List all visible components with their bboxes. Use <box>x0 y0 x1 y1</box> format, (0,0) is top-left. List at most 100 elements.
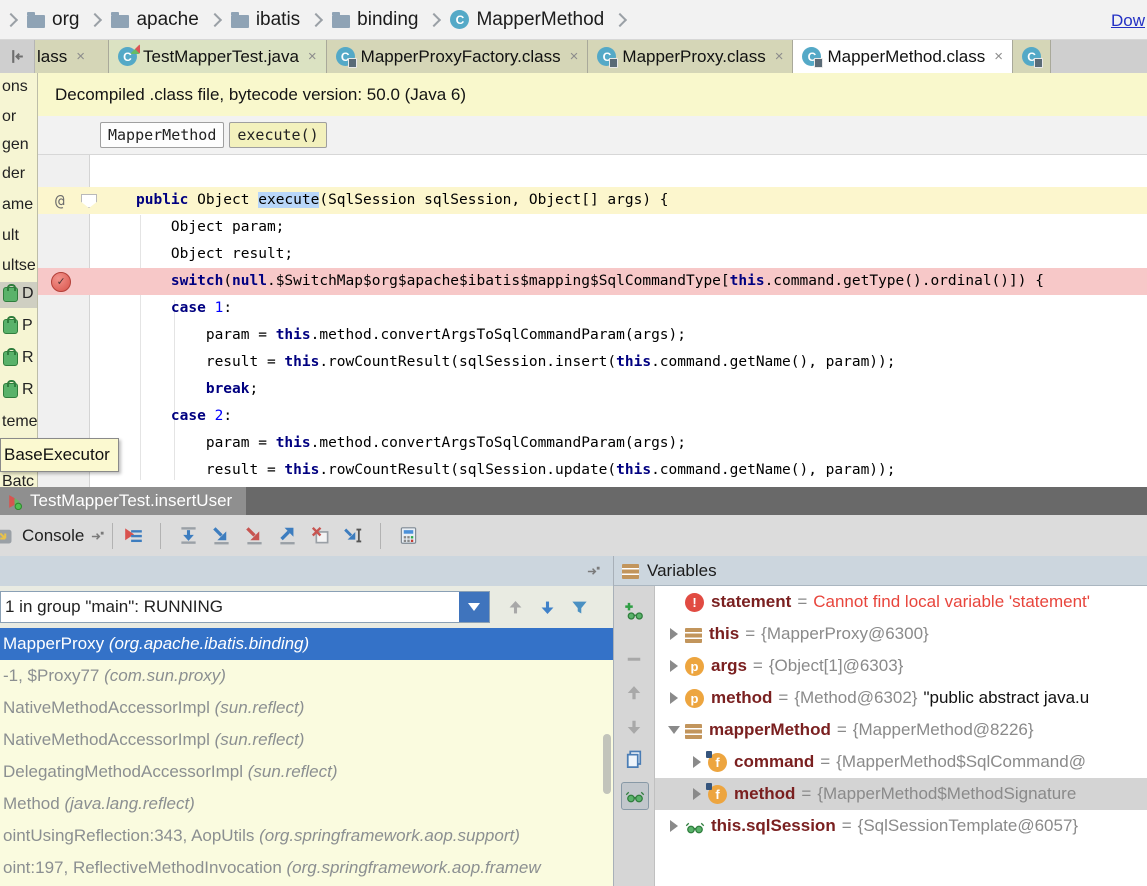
code-editor[interactable]: @ public Object execute(SqlSession sqlSes… <box>0 155 1147 487</box>
panel-arrow-icon[interactable] <box>586 563 601 583</box>
cutoff-item[interactable]: der <box>2 165 25 183</box>
expander-icon[interactable] <box>686 788 708 800</box>
cutoff-item[interactable]: gen <box>2 136 29 154</box>
thread-selector[interactable]: 1 in group "main": RUNNING <box>0 591 490 623</box>
console-pin-icon[interactable] <box>90 528 105 543</box>
breadcrumb-item-binding[interactable]: binding <box>332 9 418 31</box>
variable-row-this[interactable]: this = {MapperProxy@6300} <box>655 618 1147 650</box>
close-tab-icon[interactable]: × <box>570 48 579 65</box>
code-line[interactable]: Object result; <box>37 241 1147 268</box>
frame-row[interactable]: oint:197, ReflectiveMethodInvocation (or… <box>0 852 613 884</box>
move-up-icon[interactable] <box>621 680 647 706</box>
frame-method: MapperProxy <box>3 634 109 653</box>
expander-icon[interactable] <box>686 756 708 768</box>
cutoff-item[interactable]: P <box>22 317 33 335</box>
code-line[interactable]: break; <box>37 376 1147 403</box>
cutoff-item[interactable]: ult <box>2 227 19 245</box>
close-tab-icon[interactable]: × <box>76 48 85 65</box>
cutoff-item[interactable]: D <box>22 285 34 303</box>
tab-MapperMethod.class[interactable]: C MapperMethod.class × <box>793 40 1014 73</box>
force-step-into-icon[interactable] <box>241 523 267 549</box>
cutoff-item[interactable]: ame <box>2 196 33 214</box>
variable-row-method[interactable]: p method = {Method@6302} "public abstract ja… <box>655 682 1147 714</box>
code-line[interactable]: param = this.method.convertArgsToSqlComm… <box>37 322 1147 349</box>
breadcrumb-chip-MapperMethod[interactable]: MapperMethod <box>100 122 225 148</box>
expander-icon[interactable] <box>663 820 685 832</box>
variable-row-args[interactable]: p args = {Object[1]@6303} <box>655 650 1147 682</box>
frame-row[interactable]: -1, $Proxy77 (com.sun.proxy) <box>0 660 613 692</box>
frame-row[interactable]: DelegatingMethodAccessorImpl (sun.reflec… <box>0 756 613 788</box>
frame-up-icon[interactable] <box>502 594 528 620</box>
move-down-icon[interactable] <box>621 714 647 740</box>
tab-TestMapperTest.java[interactable]: C TestMapperTest.java × <box>109 40 327 73</box>
frames-scrollbar[interactable] <box>603 734 611 794</box>
step-into-icon[interactable] <box>208 523 234 549</box>
fold-marker-icon[interactable] <box>81 194 97 208</box>
debug-session-tab[interactable]: TestMapperTest.insertUser <box>0 487 247 515</box>
close-tab-icon[interactable]: × <box>308 48 317 65</box>
frame-package: (sun.reflect) <box>214 730 305 749</box>
run-to-cursor-icon[interactable] <box>340 523 366 549</box>
remove-watch-icon[interactable] <box>621 646 647 672</box>
cutoff-item[interactable]: teme <box>2 413 37 431</box>
frame-down-icon[interactable] <box>534 594 560 620</box>
expander-icon[interactable] <box>663 692 685 704</box>
step-over-icon[interactable] <box>175 523 201 549</box>
variable-row-command[interactable]: f command = {MapperMethod$SqlCommand@ <box>655 746 1147 778</box>
tab-partial[interactable]: C <box>1013 40 1052 73</box>
thread-dropdown-button[interactable] <box>459 592 489 622</box>
cutoff-item[interactable]: R <box>22 349 34 367</box>
download-sources-link[interactable]: Dow <box>1111 11 1145 31</box>
breadcrumb-chip-execute()[interactable]: execute() <box>229 122 327 148</box>
console-tab-label[interactable]: Console <box>22 526 84 546</box>
expander-icon[interactable] <box>663 660 685 672</box>
thread-selector-value: 1 in group "main": RUNNING <box>5 597 224 616</box>
breakpoint-icon[interactable]: ✓ <box>51 272 71 292</box>
frame-row[interactable]: MapperProxy (org.apache.ibatis.binding) <box>0 628 613 660</box>
variable-row-mapperMethod[interactable]: mapperMethod = {MapperMethod@8226} <box>655 714 1147 746</box>
variable-row-statement[interactable]: ! statement = Cannot find local variable 's… <box>655 586 1147 618</box>
show-execution-point-icon[interactable] <box>120 523 146 549</box>
cutoff-item[interactable]: ultse <box>2 257 36 275</box>
expander-icon[interactable] <box>663 726 685 734</box>
variable-name: statement <box>711 592 792 611</box>
code-line[interactable]: result = this.rowCountResult(sqlSession.… <box>37 349 1147 376</box>
code-line[interactable]: ✓ switch(null.$SwitchMap$org$apache$ibat… <box>37 268 1147 295</box>
variable-name: method <box>734 784 796 803</box>
tab-MapperProxy.class[interactable]: C MapperProxy.class × <box>588 40 794 73</box>
annotation-icon[interactable]: @ <box>55 187 65 214</box>
variable-row-this.sqlSession[interactable]: this.sqlSession = {SqlSessionTemplate@6057… <box>655 810 1147 842</box>
duplicate-icon[interactable] <box>621 746 647 772</box>
tab-MapperProxyFactory.class[interactable]: C MapperProxyFactory.class × <box>326 40 589 73</box>
filter-frames-icon[interactable] <box>566 594 592 620</box>
step-out-icon[interactable] <box>274 523 300 549</box>
code-line[interactable]: param = this.method.convertArgsToSqlComm… <box>37 430 1147 457</box>
code-line[interactable]: case 1: <box>37 295 1147 322</box>
code-line[interactable]: Object param; <box>37 214 1147 241</box>
drop-frame-icon[interactable] <box>307 523 333 549</box>
cutoff-item[interactable]: Batc <box>2 473 34 487</box>
frame-row[interactable]: Method (java.lang.reflect) <box>0 788 613 820</box>
evaluate-expression-icon[interactable] <box>395 523 421 549</box>
show-watches-icon[interactable] <box>621 782 649 810</box>
frame-row[interactable]: ointUsingReflection:343, AopUtils (org.s… <box>0 820 613 852</box>
breadcrumb-item-ibatis[interactable]: ibatis <box>230 9 300 31</box>
tab-lass[interactable]: lass × <box>35 40 109 73</box>
cutoff-item[interactable]: ons <box>2 78 28 96</box>
breadcrumb-item-apache[interactable]: apache <box>111 9 199 31</box>
cutoff-item[interactable]: or <box>2 108 16 126</box>
add-watch-icon[interactable] <box>621 598 647 624</box>
code-line[interactable]: @ public Object execute(SqlSession sqlSes… <box>37 187 1147 214</box>
cutoff-item[interactable]: R <box>22 381 34 399</box>
code-line[interactable]: result = this.rowCountResult(sqlSession.… <box>37 457 1147 484</box>
scroll-tabs-left-icon[interactable] <box>0 40 35 73</box>
breadcrumb-item-MapperMethod[interactable]: C MapperMethod <box>450 9 604 31</box>
expander-icon[interactable] <box>663 628 685 640</box>
code-line[interactable]: case 2: <box>37 403 1147 430</box>
breadcrumb-item-org[interactable]: org <box>27 9 79 31</box>
variable-row-method[interactable]: f method = {MapperMethod$MethodSignature <box>655 778 1147 810</box>
close-tab-icon[interactable]: × <box>775 48 784 65</box>
frame-row[interactable]: NativeMethodAccessorImpl (sun.reflect) <box>0 724 613 756</box>
frame-row[interactable]: NativeMethodAccessorImpl (sun.reflect) <box>0 692 613 724</box>
close-tab-icon[interactable]: × <box>994 48 1003 65</box>
